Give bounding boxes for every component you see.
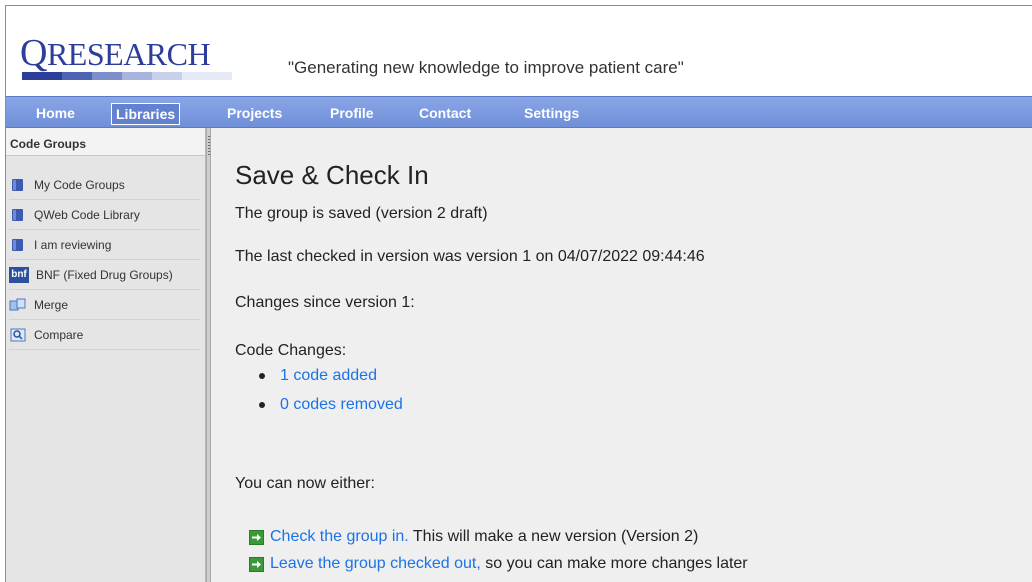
arrow-right-icon xyxy=(249,529,264,545)
bnf-icon: bnf xyxy=(9,266,29,283)
sidebar-item-label: BNF (Fixed Drug Groups) xyxy=(36,267,173,282)
nav-settings[interactable]: Settings xyxy=(520,103,583,123)
page-title: Save & Check In xyxy=(235,160,429,190)
leave-checked-out-link[interactable]: Leave the group checked out, xyxy=(270,555,481,573)
leave-checked-out-description: so you can make more changes later xyxy=(480,555,748,572)
code-changes-label: Code Changes: xyxy=(235,342,347,359)
bullet xyxy=(259,401,265,408)
sidebar-list: My Code Groups QWeb Code Library I am re… xyxy=(6,156,205,350)
last-checked-in-message: The last checked in version was version … xyxy=(235,248,705,265)
nav-profile[interactable]: Profile xyxy=(326,103,378,123)
book-icon xyxy=(9,237,27,253)
logo-q: Q xyxy=(20,32,47,74)
compare-icon xyxy=(9,327,27,343)
sidebar-item-i-am-reviewing[interactable]: I am reviewing xyxy=(9,230,200,260)
arrow-right-icon xyxy=(249,556,264,572)
list-item: 1 code added xyxy=(259,361,403,390)
bullet xyxy=(259,372,265,379)
now-either-label: You can now either: xyxy=(235,475,375,492)
book-icon xyxy=(9,207,27,223)
sidebar-item-compare[interactable]: Compare xyxy=(9,320,200,350)
saved-message: The group is saved (version 2 draft) xyxy=(235,205,488,222)
bnf-icon-text: bnf xyxy=(11,269,27,280)
sidebar-item-label: Compare xyxy=(34,327,84,342)
merge-icon xyxy=(9,297,27,313)
action-leave-checked-out: Leave the group checked out, so you can … xyxy=(249,555,748,573)
action-check-in: Check the group in. This will make a new… xyxy=(249,528,698,546)
list-item: 0 codes removed xyxy=(259,390,403,419)
logo-text: QRESEARCH xyxy=(20,32,211,74)
book-icon xyxy=(9,177,27,193)
sidebar-item-label: QWeb Code Library xyxy=(34,207,140,222)
sidebar-item-label: Merge xyxy=(34,297,69,312)
sidebar: Code Groups My Code Groups QWeb Code Lib… xyxy=(6,128,206,582)
changes-since-label: Changes since version 1: xyxy=(235,294,415,311)
header: QRESEARCH "Generating new knowledge to i… xyxy=(6,6,1032,96)
sidebar-item-label: My Code Groups xyxy=(34,177,125,192)
code-changes-list: 1 code added 0 codes removed xyxy=(259,361,403,419)
check-in-link[interactable]: Check the group in. xyxy=(270,528,409,546)
codes-removed-link[interactable]: 0 codes removed xyxy=(280,396,403,414)
sidebar-item-qweb-code-library[interactable]: QWeb Code Library xyxy=(9,200,200,230)
main-content: Save & Check In The group is saved (vers… xyxy=(211,128,1032,582)
tagline: "Generating new knowledge to improve pat… xyxy=(288,58,684,77)
main-nav: Home Libraries Projects Profile Contact … xyxy=(6,96,1032,128)
sidebar-item-label: I am reviewing xyxy=(34,237,112,252)
nav-libraries[interactable]: Libraries xyxy=(111,103,181,125)
sidebar-title: Code Groups xyxy=(6,128,205,156)
sidebar-item-my-code-groups[interactable]: My Code Groups xyxy=(9,170,200,200)
app-frame: QRESEARCH "Generating new knowledge to i… xyxy=(5,5,1032,582)
logo-bars xyxy=(22,72,232,80)
nav-projects[interactable]: Projects xyxy=(223,103,286,123)
nav-contact[interactable]: Contact xyxy=(415,103,475,123)
qresearch-logo[interactable]: QRESEARCH xyxy=(20,34,250,84)
sidebar-item-merge[interactable]: Merge xyxy=(9,290,200,320)
logo-research: RESEARCH xyxy=(46,36,211,72)
sidebar-item-bnf[interactable]: bnf BNF (Fixed Drug Groups) xyxy=(9,260,200,290)
grip-icon xyxy=(208,136,210,156)
check-in-description: This will make a new version (Version 2) xyxy=(408,528,699,545)
nav-home[interactable]: Home xyxy=(32,103,79,123)
codes-added-link[interactable]: 1 code added xyxy=(280,367,377,385)
